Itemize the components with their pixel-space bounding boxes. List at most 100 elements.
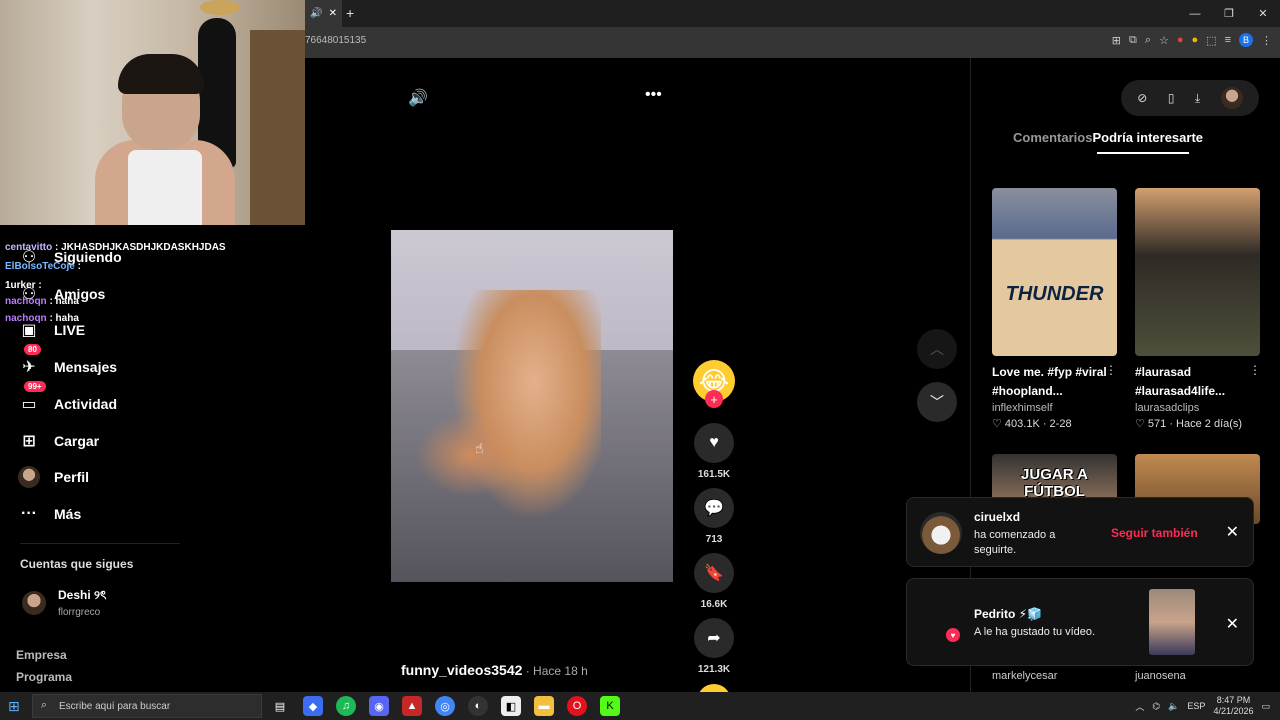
- webcam-hat: [200, 0, 240, 15]
- kick-icon[interactable]: K: [600, 696, 620, 716]
- chevron-up-icon[interactable]: ︿: [1135, 700, 1144, 713]
- video-author[interactable]: funny_videos3542: [401, 662, 522, 678]
- cast-icon[interactable]: ⧉: [1129, 34, 1137, 47]
- suggested-video-title[interactable]: #laurasad #laurasad4life...: [1135, 363, 1260, 401]
- clock-date: 4/21/2026: [1213, 706, 1254, 716]
- suggested-video-author[interactable]: inflexhimself: [992, 402, 1117, 414]
- restore-button[interactable]: ❐: [1212, 0, 1246, 27]
- windows-taskbar: ⊞ ⌕ Escribe aquí para buscar ▤ ◆ ♫ ◉ ▲ ◎…: [0, 692, 1280, 720]
- suggested-video-title[interactable]: Love me. #fyp #viral #hoopland...: [992, 363, 1117, 401]
- share-action[interactable]: ➦ 121.3K: [694, 618, 734, 675]
- compass-icon[interactable]: ⊘: [1137, 91, 1147, 105]
- stream-chat-overlay: centavitto : JKHASDHJKASDHJKDASKHJDAS El…: [5, 238, 305, 329]
- nav-perfil[interactable]: Perfil: [18, 466, 89, 488]
- nav-label: Cargar: [54, 433, 100, 449]
- volume-icon[interactable]: 🔊: [408, 88, 428, 108]
- comment-icon[interactable]: 💬: [694, 488, 734, 528]
- comment-action[interactable]: 💬 713: [694, 488, 734, 545]
- volume-tray-icon[interactable]: 🔈: [1168, 701, 1179, 712]
- notification-video-thumb[interactable]: [1149, 589, 1195, 655]
- browser-tab-bar: [305, 0, 1280, 27]
- like-action[interactable]: ♥ 161.5K: [694, 423, 734, 480]
- mobile-icon[interactable]: ▯: [1168, 91, 1175, 105]
- share-icon[interactable]: ➦: [694, 618, 734, 658]
- zoom-icon[interactable]: ⌕: [1145, 34, 1151, 47]
- account-name: Deshi ୨ৎ: [58, 588, 107, 602]
- translate-icon[interactable]: ⊞: [1112, 34, 1121, 47]
- chat-line: nachoqn : haha: [5, 295, 305, 309]
- task-view-icon[interactable]: ▤: [270, 696, 290, 716]
- more-options-icon[interactable]: ⋮: [1105, 363, 1117, 377]
- taskbar-search[interactable]: ⌕ Escribe aquí para buscar: [32, 694, 262, 718]
- clock[interactable]: 8:47 PM 4/21/2026: [1213, 695, 1253, 717]
- suggested-video-author[interactable]: juanosena: [1135, 670, 1186, 682]
- tab-podria-interesarte[interactable]: Podría interesarte: [1092, 130, 1203, 145]
- account-handle: florrgreco: [58, 607, 101, 618]
- chrome-icon[interactable]: ◎: [435, 696, 455, 716]
- save-action[interactable]: 🔖 16.6K: [694, 553, 734, 610]
- notification-avatar[interactable]: [920, 512, 962, 554]
- tab-close-button[interactable]: ✕: [329, 8, 337, 19]
- browser-tab[interactable]: 🔊 ✕: [305, 0, 342, 27]
- notification-user[interactable]: ciruelxd: [974, 510, 1020, 524]
- profile-avatar[interactable]: B: [1239, 33, 1253, 47]
- minimize-button[interactable]: —: [1178, 0, 1212, 27]
- copilot-icon[interactable]: ◆: [303, 696, 323, 716]
- user-avatar[interactable]: [1220, 87, 1243, 109]
- app-red-icon[interactable]: ▲: [402, 696, 422, 716]
- tab-comentarios[interactable]: Comentarios: [1013, 130, 1092, 145]
- nav-mas[interactable]: ··· Más: [18, 503, 81, 525]
- close-icon[interactable]: ✕: [1226, 614, 1239, 634]
- video-player[interactable]: ☝: [391, 230, 673, 582]
- nav-cargar[interactable]: ⊞ Cargar: [18, 430, 99, 452]
- notification-center-icon[interactable]: ▭: [1261, 701, 1270, 712]
- video-more-icon[interactable]: •••: [645, 86, 662, 104]
- video-cat-tail: [411, 410, 511, 500]
- extension-color-icon[interactable]: ●: [1192, 34, 1199, 46]
- bookmark-icon[interactable]: 🔖: [694, 553, 734, 593]
- nav-mensajes[interactable]: ✈ 80 Mensajes: [18, 344, 117, 378]
- browser-menu-icon[interactable]: ⋮: [1261, 34, 1272, 47]
- extension-red-icon[interactable]: ●: [1177, 34, 1184, 46]
- download-icon[interactable]: ⤓: [1195, 91, 1200, 106]
- media-control-icon[interactable]: ≡: [1225, 34, 1231, 46]
- new-tab-button[interactable]: +: [346, 5, 354, 21]
- suggested-video-author[interactable]: markelycesar: [992, 670, 1057, 682]
- obs-icon[interactable]: ◐: [468, 696, 488, 716]
- previous-video-button[interactable]: ︿: [917, 329, 957, 369]
- chat-line: centavitto : JKHASDHJKASDHJKDASKHJDAS: [5, 238, 305, 257]
- address-bar: 76648015135 ⊞ ⧉ ⌕ ☆ ● ● ⬚ ≡ B ⋮: [305, 27, 1280, 58]
- file-explorer-icon[interactable]: ▬: [534, 696, 554, 716]
- notification-user[interactable]: Pedrito ⚡🧊: [974, 607, 1042, 621]
- heart-icon[interactable]: ♥: [694, 423, 734, 463]
- suggested-video-author[interactable]: laurasadclips: [1135, 402, 1260, 414]
- close-icon[interactable]: ✕: [1226, 522, 1239, 542]
- bookmark-star-icon[interactable]: ☆: [1159, 34, 1169, 47]
- language-indicator[interactable]: ESP: [1187, 701, 1205, 711]
- url-text[interactable]: 76648015135: [305, 35, 366, 46]
- windows-start-icon[interactable]: ⊞: [8, 698, 20, 715]
- follow-plus-button[interactable]: +: [705, 390, 723, 408]
- followed-account[interactable]: Deshi ୨ৎ florrgreco: [22, 587, 106, 618]
- more-options-icon[interactable]: ⋮: [1249, 363, 1261, 377]
- follow-notification: ciruelxd ha comenzado a seguirte. Seguir…: [906, 497, 1254, 567]
- suggested-video-thumb[interactable]: [1135, 188, 1260, 356]
- window-controls: — ❐ ✕: [1178, 0, 1280, 27]
- extensions-puzzle-icon[interactable]: ⬚: [1206, 34, 1216, 47]
- chat-message: : JKHASDHJKASDHJKDASKHJDAS: [52, 242, 226, 253]
- footer-link-programa[interactable]: Programa: [16, 670, 72, 684]
- heart-icon: ♥: [946, 628, 960, 642]
- spotify-icon[interactable]: ♫: [336, 696, 356, 716]
- network-icon[interactable]: ⌬: [1152, 701, 1160, 712]
- next-video-button[interactable]: ﹀: [917, 382, 957, 422]
- follow-back-button[interactable]: Seguir también: [1111, 526, 1198, 540]
- opera-icon[interactable]: O: [567, 696, 587, 716]
- nav-actividad[interactable]: ▭ 99+ Actividad: [18, 381, 117, 415]
- suggested-video-thumb[interactable]: THUNDER: [992, 188, 1117, 356]
- discord-icon[interactable]: ◉: [369, 696, 389, 716]
- footer-link-empresa[interactable]: Empresa: [16, 648, 67, 662]
- app-white-icon[interactable]: ◧: [501, 696, 521, 716]
- thumb-text: JUGAR A FÚTBOL: [1021, 466, 1088, 500]
- close-window-button[interactable]: ✕: [1246, 0, 1280, 27]
- chat-message: :: [74, 261, 81, 272]
